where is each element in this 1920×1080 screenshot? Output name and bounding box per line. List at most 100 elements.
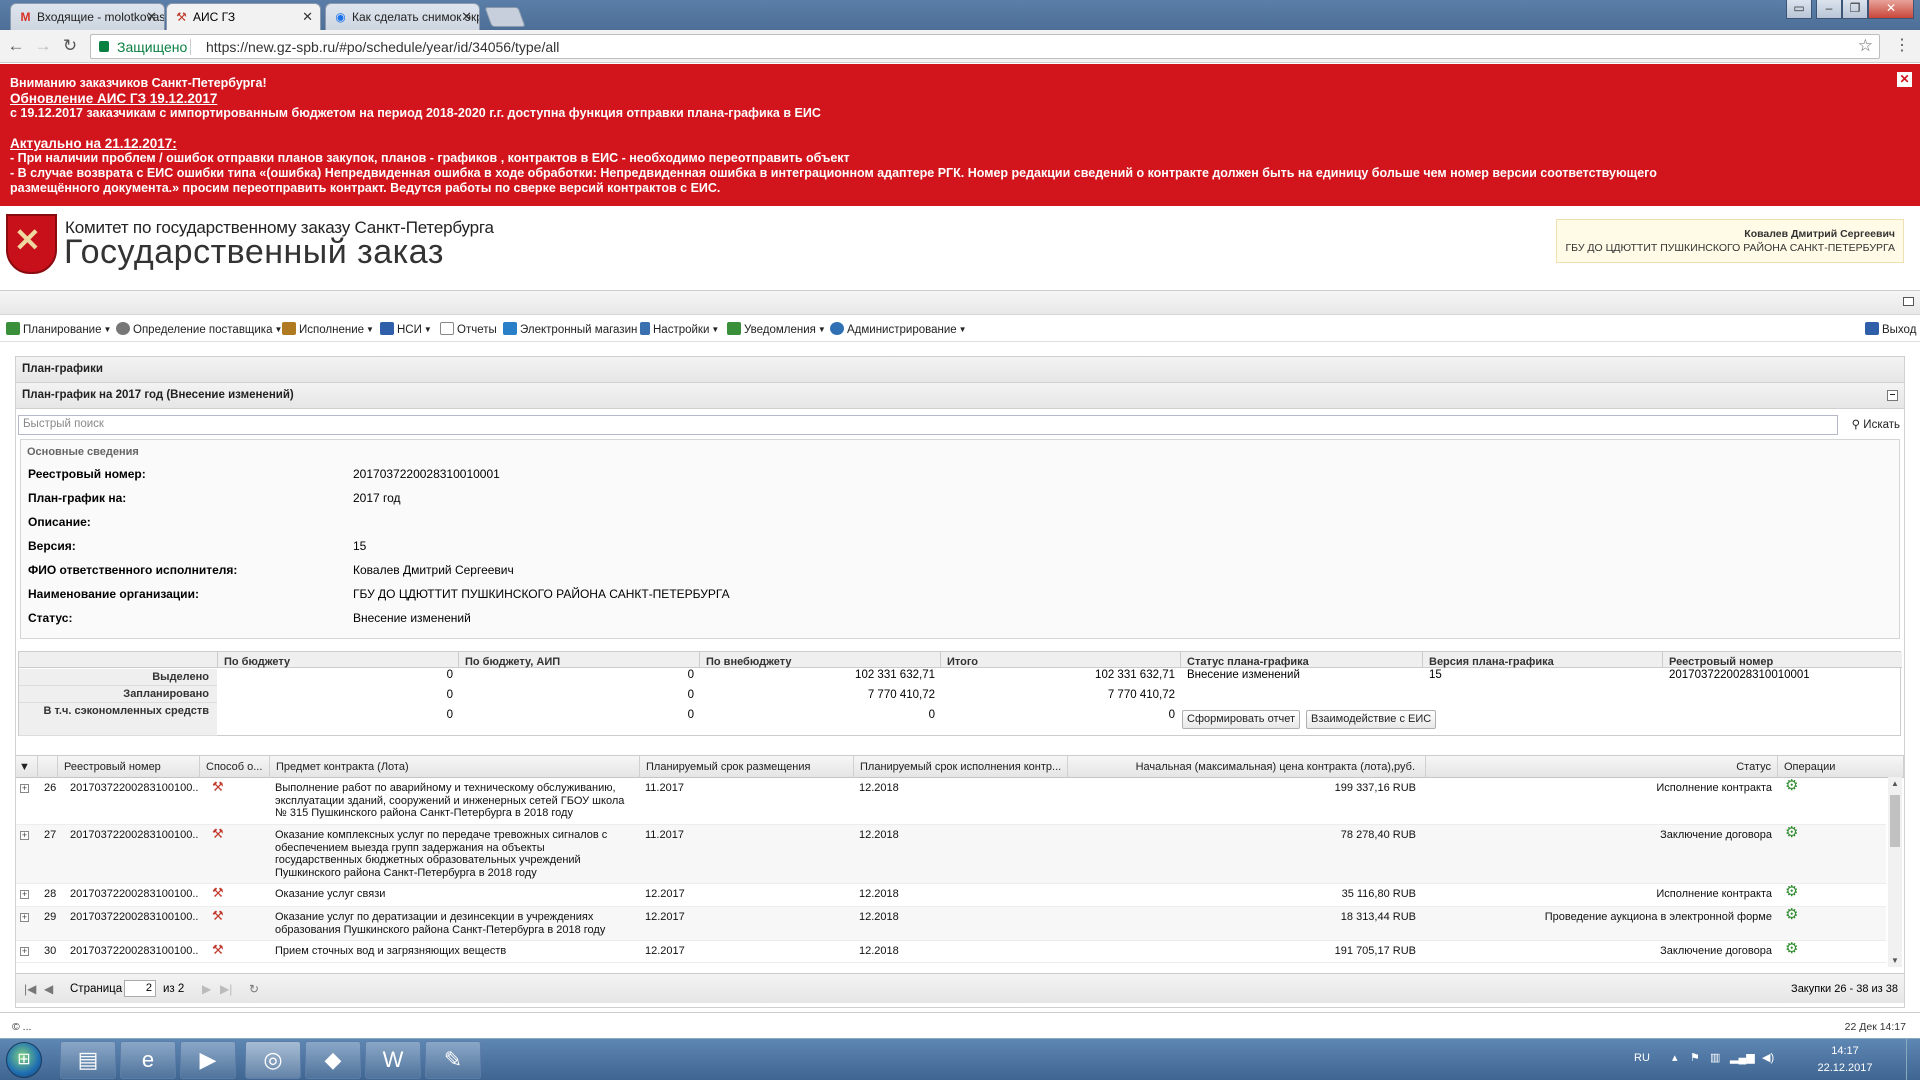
url-text[interactable]: https://new.gz-spb.ru/#po/schedule/year/…	[206, 39, 559, 55]
signal-icon[interactable]: ▂▄▆	[1730, 1051, 1755, 1064]
menu-planning[interactable]: Планирование ▼	[6, 322, 111, 336]
omnibox[interactable]: Защищено https://new.gz-spb.ru/#po/sched…	[90, 34, 1880, 59]
eis-interaction-button[interactable]: Взаимодействие с ЕИС	[1306, 710, 1437, 729]
expand-icon[interactable]: +	[20, 890, 29, 899]
search-button[interactable]: ⚲ Искать	[1840, 415, 1900, 435]
first-page-icon[interactable]: |◀	[24, 982, 36, 996]
expand-icon[interactable]: +	[20, 784, 29, 793]
summary-row-label: Запланировано	[19, 686, 217, 703]
close-tab-icon[interactable]: ✕	[302, 4, 313, 30]
flag-icon[interactable]: ⚑	[1690, 1051, 1700, 1064]
table-row[interactable]: + 27 20170372200283100100... ⚒ Оказание …	[16, 825, 1886, 884]
grid-header[interactable]: Планируемый срок размещения	[640, 756, 854, 778]
gavel-icon: ⚒	[212, 826, 224, 841]
grid-header[interactable]: Предмет контракта (Лота)	[270, 756, 640, 778]
window-close-button[interactable]: ✕	[1868, 0, 1914, 19]
operations-gear-icon[interactable]: ⚙	[1785, 907, 1798, 921]
banner-close-icon[interactable]: ✕	[1897, 72, 1912, 87]
grid-header[interactable]: Начальная (максимальная) цена контракта …	[1068, 756, 1426, 778]
grid-header[interactable]: Способ о...	[200, 756, 270, 778]
banner-link[interactable]: Обновление АИС ГЗ 19.12.2017	[10, 91, 1910, 106]
operations-gear-icon[interactable]: ⚙	[1785, 884, 1798, 898]
grid-scrollbar[interactable]: ▲ ▼	[1888, 777, 1902, 967]
tab-ais-gz[interactable]: ⚒ АИС ГЗ ✕	[166, 3, 321, 30]
grid-header[interactable]: Статус	[1426, 756, 1778, 778]
grid-header[interactable]: Реестровый номер	[58, 756, 200, 778]
media-player-icon[interactable]: ▶	[180, 1041, 236, 1079]
logout-button[interactable]: Выход	[1865, 322, 1916, 336]
menu-reports[interactable]: Отчеты	[440, 322, 497, 336]
star-icon[interactable]: ☆	[1858, 36, 1873, 56]
menu-notifications[interactable]: Уведомления ▼	[727, 322, 826, 336]
banner-line: - В случае возврата с ЕИС ошибки типа «(…	[10, 166, 1657, 180]
tab-screenshot-help[interactable]: ◉ Как сделать снимок экр ✕	[325, 3, 480, 30]
explorer-icon[interactable]: ▤	[60, 1041, 116, 1079]
language-indicator[interactable]: RU	[1634, 1052, 1650, 1064]
scroll-down-icon[interactable]: ▼	[1891, 956, 1899, 965]
logout-icon	[1865, 322, 1879, 335]
table-row[interactable]: + 29 20170372200283100100... ⚒ Оказание …	[16, 907, 1886, 941]
menu-supplier[interactable]: Определение поставщика ▼	[116, 322, 282, 336]
operations-gear-icon[interactable]: ⚙	[1785, 941, 1798, 955]
scroll-up-icon[interactable]: ▲	[1891, 779, 1899, 788]
chrome-icon[interactable]: ◎	[245, 1041, 301, 1079]
start-button[interactable]: ⊞	[6, 1042, 42, 1078]
word-icon[interactable]: W	[365, 1041, 421, 1079]
menu-settings[interactable]: Настройки ▼	[640, 322, 719, 336]
network-icon[interactable]: ▥	[1710, 1051, 1720, 1064]
table-row[interactable]: + 28 20170372200283100100... ⚒ Оказание …	[16, 884, 1886, 907]
summary-value: 102 331 632,71	[855, 669, 935, 681]
tab-gmail[interactable]: M Входящие - molotkovas ✕	[10, 3, 165, 30]
menu-eshop[interactable]: Электронный магазин	[503, 322, 637, 336]
expand-icon[interactable]: +	[20, 831, 29, 840]
expand-icon[interactable]: +	[20, 913, 29, 922]
menu-execution[interactable]: Исполнение ▼	[282, 322, 374, 336]
tray-arrow-icon[interactable]: ▴	[1672, 1051, 1678, 1064]
operations-gear-icon[interactable]: ⚙	[1785, 825, 1798, 839]
show-desktop-button[interactable]	[1906, 1039, 1920, 1080]
close-tab-icon[interactable]: ✕	[146, 4, 157, 30]
ie-icon[interactable]: e	[120, 1041, 176, 1079]
page-input[interactable]: 2	[124, 980, 156, 997]
generate-report-button[interactable]: Сформировать отчет	[1182, 710, 1301, 729]
prev-page-icon[interactable]: ◀	[44, 982, 53, 996]
scroll-thumb[interactable]	[1890, 795, 1900, 847]
grid-header[interactable]: Планируемый срок исполнения контр...	[854, 756, 1068, 778]
user-profile-button[interactable]: ▭	[1786, 0, 1812, 19]
forward-icon[interactable]: →	[33, 36, 53, 56]
collapse-icon[interactable]: –	[1887, 390, 1898, 401]
table-row[interactable]: + 26 20170372200283100100... ⚒ Выполнени…	[16, 778, 1886, 825]
menu-admin[interactable]: Администрирование ▼	[830, 322, 967, 336]
expand-icon[interactable]: +	[20, 947, 29, 956]
filter-icon[interactable]: ▼	[16, 756, 38, 778]
table-row[interactable]: + 30 20170372200283100100... ⚒ Прием сто…	[16, 941, 1886, 963]
page-total: из 2	[163, 983, 185, 995]
close-tab-icon[interactable]: ✕	[461, 4, 472, 30]
clock-time[interactable]: 14:17	[1810, 1045, 1880, 1057]
back-icon[interactable]: ←	[6, 36, 26, 56]
menu-nsi[interactable]: НСИ ▼	[380, 322, 432, 336]
system-tray: RU ▴ ⚑ ▥ ▂▄▆ ◀) 14:17 22.12.2017	[1590, 1039, 1920, 1080]
last-page-icon[interactable]: ▶|	[220, 982, 232, 996]
refresh-icon[interactable]: ↻	[249, 982, 259, 996]
browser-tab-bar: M Входящие - molotkovas ✕ ⚒ АИС ГЗ ✕ ◉ К…	[0, 0, 1920, 30]
paint-icon[interactable]: ✎	[425, 1041, 481, 1079]
subpanel-title: План-график на 2017 год (Внесение измене…	[22, 389, 294, 401]
header-strip	[0, 290, 1920, 315]
windows-taskbar: ⊞ ▤ e ▶ ◎ ◆ W ✎ RU ▴ ⚑ ▥ ▂▄▆ ◀) 14:17 22…	[0, 1038, 1920, 1080]
minimize-button[interactable]: –	[1816, 0, 1842, 19]
reload-icon[interactable]: ↻	[60, 36, 80, 56]
clock-date[interactable]: 22.12.2017	[1810, 1062, 1880, 1074]
next-page-icon[interactable]: ▶	[202, 982, 211, 996]
browser-menu-icon[interactable]: ⋮	[1894, 36, 1910, 56]
app-icon[interactable]: ◆	[305, 1041, 361, 1079]
volume-icon[interactable]: ◀)	[1762, 1051, 1774, 1064]
maximize-panel-icon[interactable]	[1903, 297, 1914, 306]
maximize-button[interactable]: ❐	[1842, 0, 1868, 19]
search-input[interactable]: Быстрый поиск	[18, 415, 1838, 435]
operations-gear-icon[interactable]: ⚙	[1785, 778, 1798, 792]
spb-coat-of-arms-logo: ✕	[6, 214, 57, 274]
new-tab-button[interactable]	[484, 7, 526, 27]
user-name: Ковалев Дмитрий Сергеевич	[1744, 228, 1895, 240]
summary-row-label: В т.ч. сэкономленных средств	[19, 703, 217, 736]
